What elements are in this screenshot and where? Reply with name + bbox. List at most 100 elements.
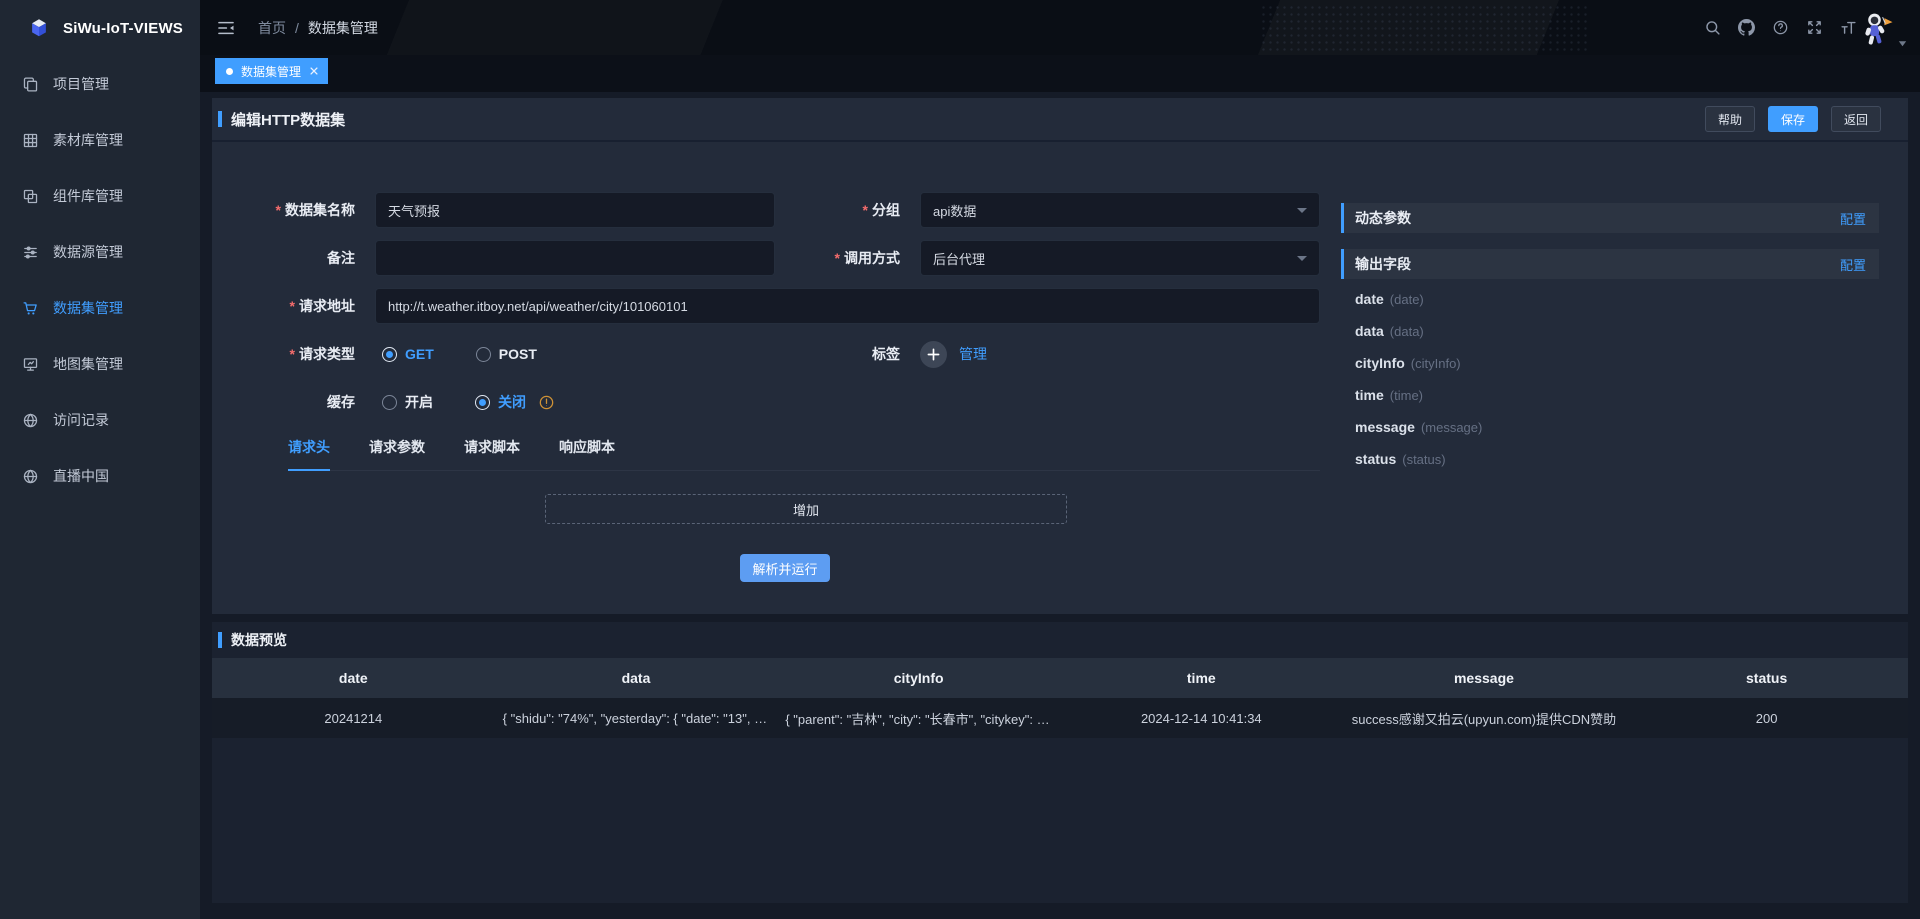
form-row-cache: 缓存 开启 关闭 <box>212 384 1320 420</box>
dataset-name-label: 数据集名称 <box>212 200 355 220</box>
header-actions <box>1704 19 1857 36</box>
cache-radio[interactable]: 开启 <box>382 392 433 412</box>
page-title: 编辑HTTP数据集 <box>231 109 345 130</box>
request-type-radio[interactable]: GET <box>382 346 434 362</box>
request-url-input[interactable] <box>375 288 1320 324</box>
chevron-down-icon <box>1297 256 1307 261</box>
radio-icon <box>475 395 490 410</box>
request-type-radios: GET POST <box>382 346 537 362</box>
sidebar-item-label: 组件库管理 <box>53 186 123 206</box>
sidebar-item[interactable]: 数据源管理 <box>0 224 200 280</box>
cart-icon <box>22 300 39 317</box>
tab-active-dot-icon <box>226 68 233 75</box>
cache-label: 缓存 <box>212 392 355 412</box>
breadcrumb-home[interactable]: 首页 <box>258 18 286 38</box>
add-header-button[interactable]: 增加 <box>545 494 1067 524</box>
sliders-icon <box>22 244 39 261</box>
form-row-remark-method: 备注 调用方式 后台代理 <box>212 240 1320 276</box>
sidebar-item[interactable]: 直播中国 <box>0 448 200 504</box>
components-icon <box>22 188 39 205</box>
sidebar-menu: 项目管理 素材库管理 组件库管理 数据源管理 数据集管理 地图集管理 <box>0 56 200 504</box>
chevron-down-icon <box>1297 208 1307 213</box>
search-icon[interactable] <box>1704 19 1721 36</box>
app-title: SiWu-IoT-VIEWS <box>63 20 183 37</box>
main-area: 首页 / 数据集管理 数据集管理 编辑H <box>200 0 1920 919</box>
sidebar-item-label: 访问记录 <box>53 410 109 430</box>
form-tab[interactable]: 请求脚本 <box>464 432 520 470</box>
sidebar-item-label: 地图集管理 <box>53 354 123 374</box>
grid-icon <box>22 132 39 149</box>
edit-dataset-card: 编辑HTTP数据集 帮助 保存 返回 数据集名称 分组 api数据 <box>212 98 1908 614</box>
request-type-radio[interactable]: POST <box>476 346 537 362</box>
output-fields-header: 输出字段 配置 <box>1341 249 1879 279</box>
cache-radio[interactable]: 关闭 <box>475 392 526 412</box>
sidebar-item-label: 数据集管理 <box>53 298 123 318</box>
output-field: status (status) <box>1355 443 1879 475</box>
manage-tags-link[interactable]: 管理 <box>959 344 987 364</box>
header-buttons: 帮助 保存 返回 <box>1705 106 1881 132</box>
radio-icon <box>382 395 397 410</box>
sidebar-item[interactable]: 素材库管理 <box>0 112 200 168</box>
sidebar-item-label: 数据源管理 <box>53 242 123 262</box>
required-star <box>863 202 872 218</box>
output-field: message (message) <box>1355 411 1879 443</box>
form-tab[interactable]: 请求参数 <box>369 432 425 470</box>
preview-data-row: 20241214{ "shidu": "74%", "yesterday": {… <box>212 698 1908 738</box>
fullscreen-icon[interactable] <box>1806 19 1823 36</box>
add-tag-button[interactable] <box>920 341 947 368</box>
breadcrumb-current: 数据集管理 <box>308 18 378 38</box>
preview-cell: { "parent": "吉林", "city": "长春市", "cityke… <box>777 698 1060 738</box>
logo[interactable]: SiWu-IoT-VIEWS <box>0 0 200 56</box>
output-fields-config-link[interactable]: 配置 <box>1840 255 1866 274</box>
output-field: cityInfo (cityInfo) <box>1355 347 1879 379</box>
preview-cell: success感谢又拍云(upyun.com)提供CDN赞助 <box>1343 698 1626 738</box>
tab-close-icon[interactable] <box>309 66 319 76</box>
user-avatar[interactable] <box>1861 9 1897 47</box>
section-accent-bar <box>218 111 222 127</box>
collapse-menu-icon[interactable] <box>216 18 236 38</box>
data-preview-title: 数据预览 <box>231 630 287 650</box>
help-icon[interactable] <box>1772 19 1789 36</box>
output-field: time (time) <box>1355 379 1879 411</box>
dynamic-params-config-link[interactable]: 配置 <box>1840 209 1866 228</box>
invoke-method-value: 后台代理 <box>933 249 985 268</box>
radio-icon <box>476 347 491 362</box>
sidebar-item[interactable]: 地图集管理 <box>0 336 200 392</box>
sidebar-item[interactable]: 访问记录 <box>0 392 200 448</box>
group-select-value: api数据 <box>933 201 976 220</box>
save-button[interactable]: 保存 <box>1768 106 1818 132</box>
dynamic-params-header: 动态参数 配置 <box>1341 203 1879 233</box>
sidebar-item[interactable]: 数据集管理 <box>0 280 200 336</box>
request-url-label: 请求地址 <box>212 296 355 316</box>
sidebar-item[interactable]: 组件库管理 <box>0 168 200 224</box>
sidebar-item-label: 素材库管理 <box>53 130 123 150</box>
help-button[interactable]: 帮助 <box>1705 106 1755 132</box>
tab-label: 数据集管理 <box>241 63 301 80</box>
dataset-name-input[interactable] <box>375 192 775 228</box>
preview-column-header: cityInfo <box>777 658 1060 698</box>
preview-table: datedatacityInfotimemessagestatus 202412… <box>212 658 1908 738</box>
preview-column-header: message <box>1343 658 1626 698</box>
tags-group: 标签 管理 <box>775 336 987 372</box>
invoke-method-select[interactable]: 后台代理 <box>920 240 1320 276</box>
group-label: 分组 <box>775 200 900 220</box>
app-logo-cube-icon <box>28 17 50 39</box>
user-menu-caret-down-icon[interactable] <box>1897 38 1908 49</box>
group-select[interactable]: api数据 <box>920 192 1320 228</box>
remark-input[interactable] <box>375 240 775 276</box>
required-star <box>290 346 299 362</box>
tab-dataset-management[interactable]: 数据集管理 <box>215 58 328 84</box>
sidebar-item-label: 直播中国 <box>53 466 109 486</box>
font-size-icon[interactable] <box>1840 19 1857 36</box>
form-tab[interactable]: 响应脚本 <box>559 432 615 470</box>
request-type-label: 请求类型 <box>212 344 355 364</box>
tab-bar: 数据集管理 <box>200 55 1920 92</box>
parse-and-run-button[interactable]: 解析并运行 <box>740 554 830 582</box>
sidebar-item[interactable]: 项目管理 <box>0 56 200 112</box>
tags-label: 标签 <box>775 344 900 364</box>
github-icon[interactable] <box>1738 19 1755 36</box>
data-preview-card: 数据预览 datedatacityInfotimemessagestatus 2… <box>212 622 1908 903</box>
preview-header-row: datedatacityInfotimemessagestatus <box>212 658 1908 698</box>
form-tab[interactable]: 请求头 <box>288 432 330 470</box>
back-button[interactable]: 返回 <box>1831 106 1881 132</box>
